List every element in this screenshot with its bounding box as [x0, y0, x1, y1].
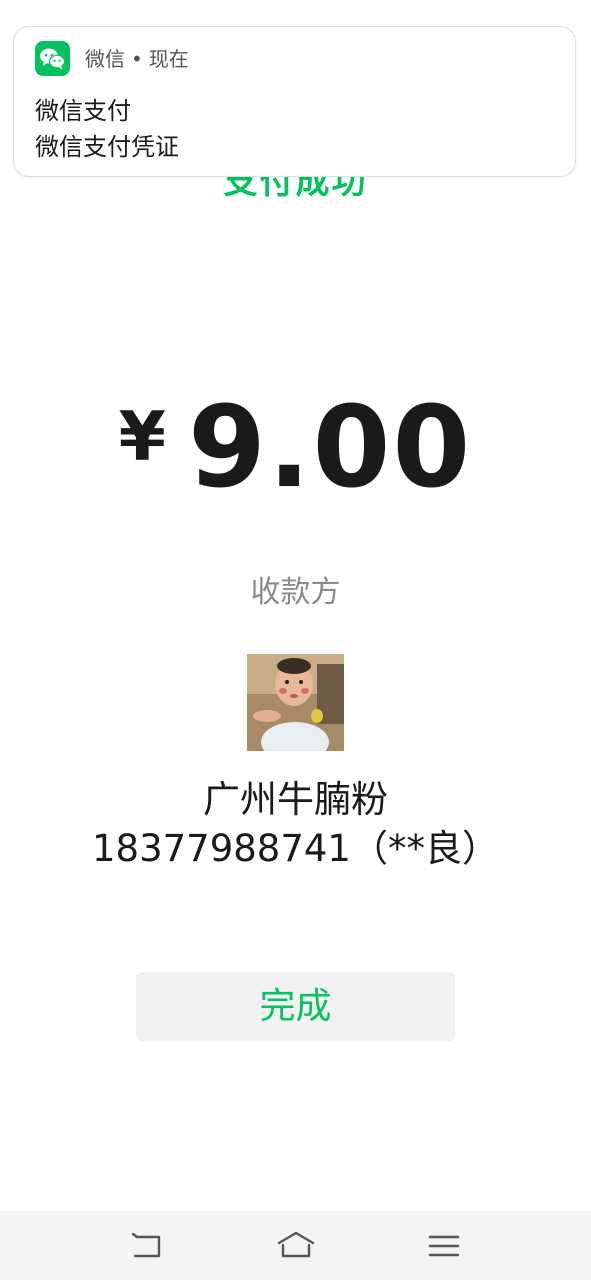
currency-symbol: ¥: [118, 398, 166, 477]
payment-amount: ¥9.00: [0, 388, 591, 508]
notification-title: 微信支付: [35, 97, 131, 125]
payee-label: 收款方: [250, 575, 341, 610]
done-button[interactable]: 完成: [136, 972, 455, 1041]
notification-meta: 微信 • 现在: [85, 46, 189, 72]
wechat-icon: [35, 41, 70, 76]
payee-name: 广州牛腩粉: [203, 778, 388, 821]
notification-body: 微信支付凭证: [35, 133, 179, 161]
notification-app-name: 微信: [85, 47, 125, 71]
payee-account: 18377988741（**良）: [92, 827, 499, 870]
home-icon[interactable]: [276, 1229, 316, 1263]
wechat-pay-notification[interactable]: 微信 • 现在 微信支付 微信支付凭证: [13, 26, 576, 177]
notification-separator: •: [131, 47, 143, 71]
amount-value: 9.00: [187, 383, 473, 513]
system-nav-bar: [0, 1211, 591, 1280]
payee-avatar: [247, 654, 344, 751]
back-icon[interactable]: [128, 1229, 168, 1263]
menu-icon[interactable]: [424, 1229, 464, 1263]
notification-time: 现在: [148, 47, 189, 71]
